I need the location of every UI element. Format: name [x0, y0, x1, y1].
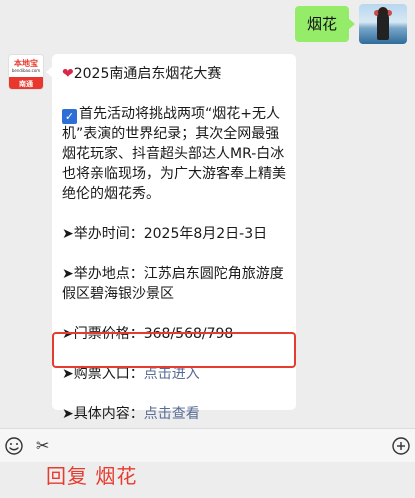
event-time-line: ➤举办时间：2025年8月2日-3日	[62, 224, 286, 244]
ticket-entry-link[interactable]: 点击进入	[144, 366, 200, 382]
scissors-icon[interactable]: ✂	[36, 436, 56, 456]
bot-city-text: 南通	[9, 77, 43, 89]
input-toolbar: ✂	[0, 428, 415, 462]
bot-brand-text: 本地宝	[14, 58, 38, 68]
reply-intro: 首先活动将挑战两项“烟花+无人机”表演的世界纪录；其次全网最强烟花玩家、抖音超头…	[62, 106, 286, 202]
incoming-bubble: ❤2025南通启东烟花大赛 ✓ 首先活动将挑战两项“烟花+无人机”表演的世界纪录；…	[46, 54, 296, 422]
ticket-price-label: ➤门票价格：	[62, 326, 144, 342]
bot-avatar-top: 本地宝 bendibao.com	[9, 55, 43, 77]
event-location-line: ➤举办地点：江苏启东圆陀角旅游度假区碧海银沙景区	[62, 264, 286, 304]
reply-intro-line: ✓ 首先活动将挑战两项“烟花+无人机”表演的世界纪录；其次全网最强烟花玩家、抖音超…	[62, 104, 286, 204]
chat-area: 烟花 本地宝 bendibao.com 南通 ❤2025南通启东烟花大赛 ✓ 首先…	[0, 0, 415, 428]
heart-icon: ❤	[62, 66, 74, 82]
outgoing-message-row: 烟花	[294, 4, 407, 44]
details-label: ➤具体内容：	[62, 406, 144, 422]
emoji-icon[interactable]	[4, 436, 24, 456]
ticket-price-line: ➤门票价格：368/568/798	[62, 324, 286, 344]
details-line: ➤具体内容：点击查看	[62, 404, 286, 424]
outgoing-bubble[interactable]: 烟花	[294, 6, 356, 42]
details-link[interactable]: 点击查看	[144, 406, 200, 422]
bot-avatar[interactable]: 本地宝 bendibao.com 南通	[8, 54, 44, 90]
user-avatar[interactable]	[359, 4, 407, 44]
event-time-label: ➤举办时间：	[62, 226, 144, 242]
checkbox-icon: ✓	[62, 109, 77, 124]
reply-title: 2025南通启东烟花大赛	[73, 66, 222, 82]
ticket-entry-line: ➤购票入口：点击进入	[62, 364, 286, 384]
reply-instruction-caption: 回复 烟花	[46, 464, 138, 488]
ticket-price-value: 368/568/798	[143, 326, 234, 342]
bot-domain-text: bendibao.com	[11, 67, 41, 73]
ticket-entry-label: ➤购票入口：	[62, 366, 144, 382]
reply-title-line: ❤2025南通启东烟花大赛	[62, 64, 286, 84]
event-location-label: ➤举办地点：	[62, 266, 144, 282]
plus-icon[interactable]	[391, 436, 411, 456]
event-time-value: 2025年8月2日-3日	[143, 226, 268, 242]
user-avatar-figure	[377, 12, 389, 40]
